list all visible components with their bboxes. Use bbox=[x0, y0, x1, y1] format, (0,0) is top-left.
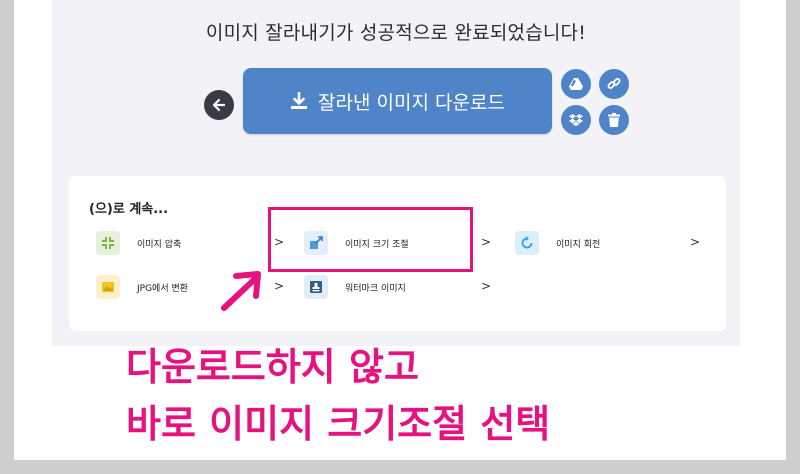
tool-convert-from-jpg[interactable]: JPG에서 변환 bbox=[96, 275, 188, 299]
trash-icon bbox=[608, 113, 620, 127]
tool-label: 워터마크 이미지 bbox=[345, 283, 406, 294]
arrow-left-icon bbox=[212, 98, 226, 112]
chevron-right-icon[interactable]: > bbox=[481, 279, 491, 293]
screenshot-frame-left bbox=[0, 0, 14, 474]
compress-icon bbox=[96, 231, 120, 255]
watermark-icon bbox=[304, 275, 328, 299]
save-to-google-drive-button[interactable] bbox=[561, 69, 591, 99]
delete-button[interactable] bbox=[599, 105, 629, 135]
tool-compress-image[interactable]: 이미지 압축 bbox=[96, 231, 181, 255]
page-margin-right bbox=[740, 0, 786, 460]
chevron-right-icon[interactable]: > bbox=[690, 235, 700, 249]
highlight-box bbox=[268, 207, 473, 272]
jpg-convert-icon bbox=[96, 275, 120, 299]
annotation-line-2: 바로 이미지 크기조절 선택 bbox=[126, 402, 551, 446]
rotate-icon bbox=[515, 231, 539, 255]
link-icon bbox=[607, 78, 621, 89]
chevron-right-icon[interactable]: > bbox=[481, 235, 491, 249]
screenshot-frame-right bbox=[786, 0, 800, 474]
tool-rotate-image[interactable]: 이미지 회전 bbox=[515, 231, 600, 255]
dropbox-icon bbox=[569, 113, 583, 126]
back-button[interactable] bbox=[204, 90, 234, 120]
continue-with-title: (으)로 계속... bbox=[89, 202, 169, 217]
tool-watermark-image[interactable]: 워터마크 이미지 bbox=[304, 275, 406, 299]
tool-label: 이미지 압축 bbox=[137, 239, 182, 250]
download-icon bbox=[291, 92, 308, 109]
chevron-right-icon[interactable]: > bbox=[274, 279, 284, 293]
google-drive-icon bbox=[569, 77, 583, 90]
tool-label: 이미지 회전 bbox=[556, 239, 601, 250]
screenshot-frame-bottom bbox=[0, 460, 800, 474]
success-headline: 이미지 잘라내기가 성공적으로 완료되었습니다! bbox=[205, 22, 587, 44]
save-to-dropbox-button[interactable] bbox=[561, 105, 591, 135]
download-cropped-image-button[interactable]: 잘라낸 이미지 다운로드 bbox=[243, 68, 552, 134]
result-panel: 이미지 잘라내기가 성공적으로 완료되었습니다! 잘라낸 이미지 다운로드 (으… bbox=[52, 0, 740, 346]
copy-link-button[interactable] bbox=[599, 69, 629, 99]
download-button-label: 잘라낸 이미지 다운로드 bbox=[318, 91, 505, 114]
annotation-arrow-icon bbox=[221, 271, 261, 311]
annotation-line-1: 다운로드하지 않고 bbox=[126, 345, 419, 389]
page-margin-left bbox=[14, 0, 52, 460]
tool-label: JPG에서 변환 bbox=[137, 283, 189, 294]
